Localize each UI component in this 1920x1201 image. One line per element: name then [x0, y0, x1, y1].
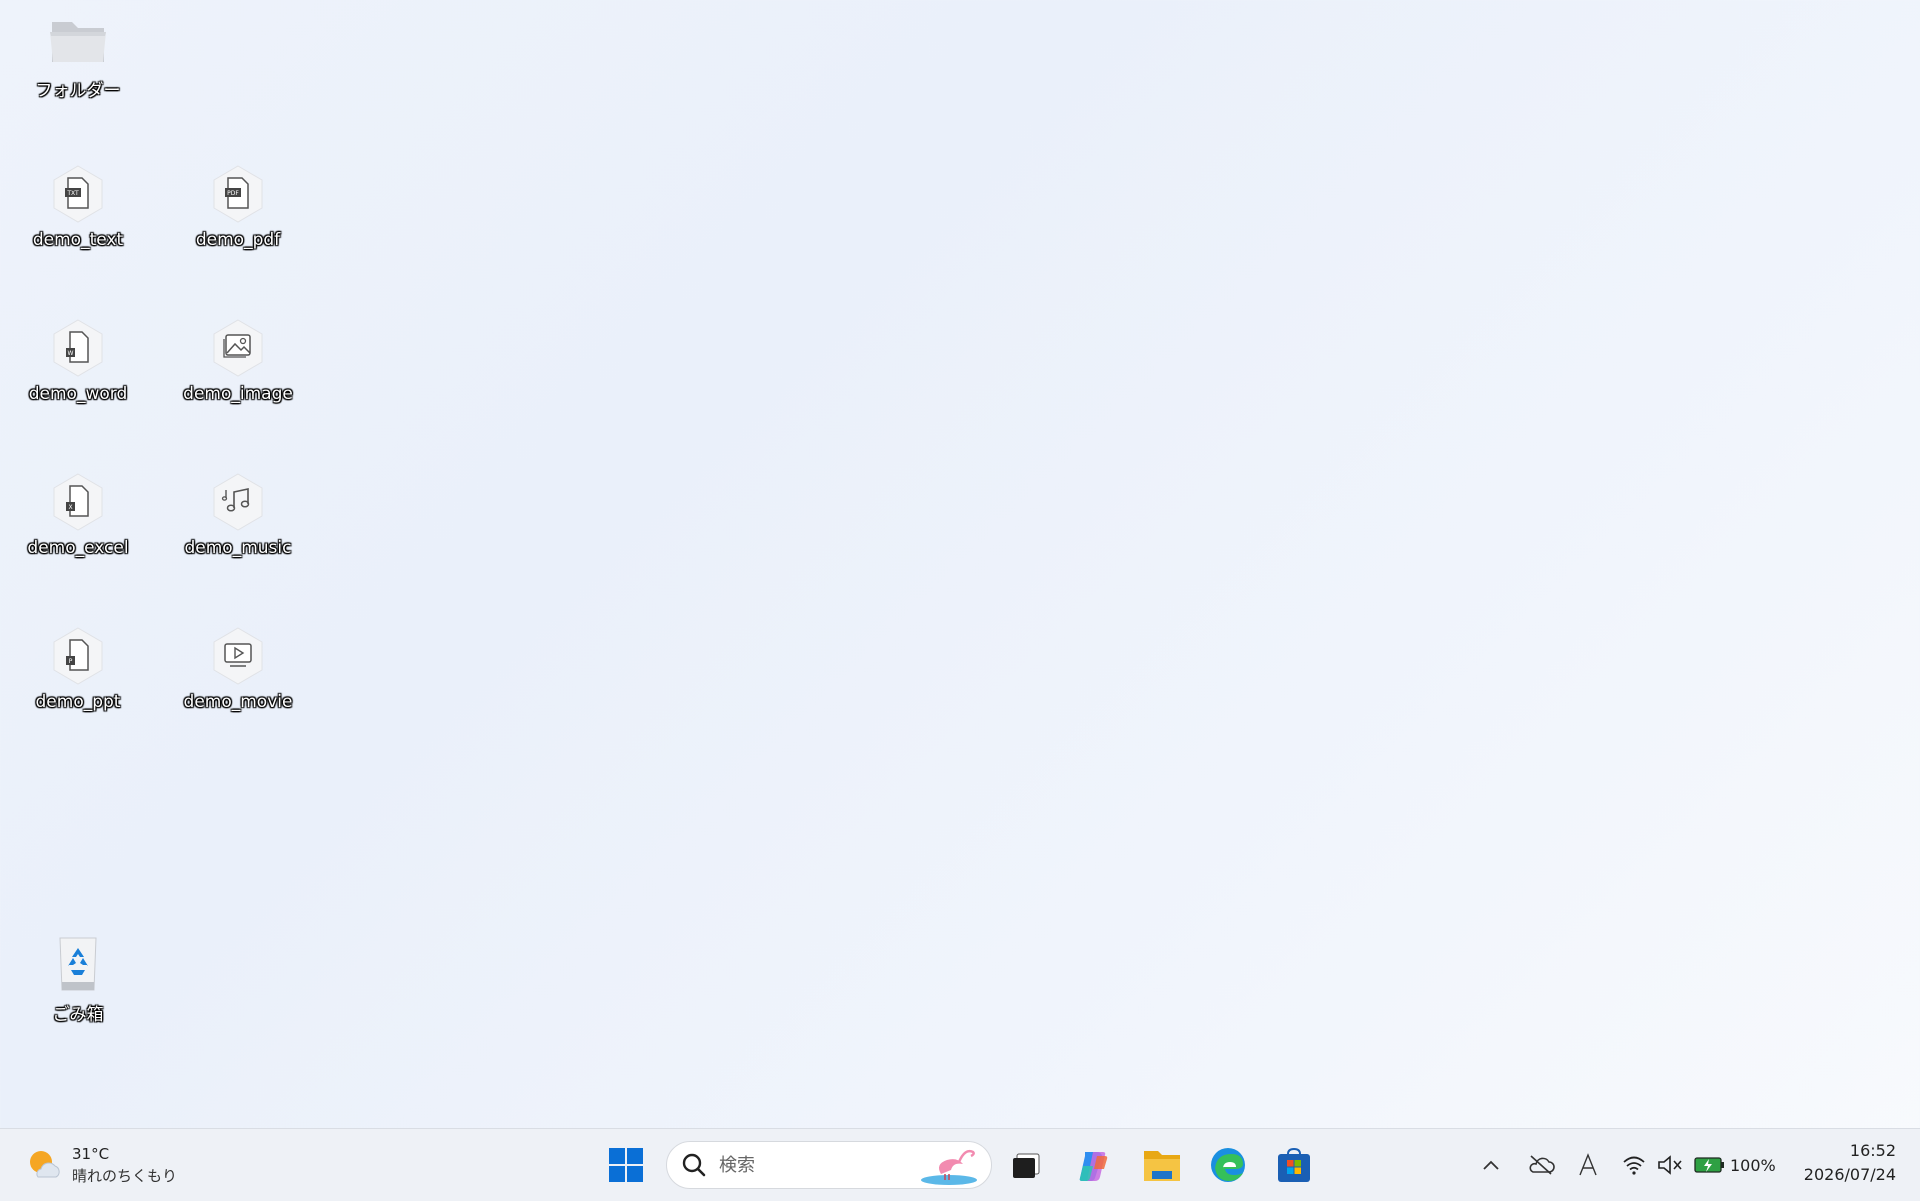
movie-file-icon — [206, 624, 270, 688]
volume-button[interactable] — [1656, 1143, 1684, 1187]
desktop-icon-demo-image[interactable]: demo_image — [168, 316, 308, 404]
desktop-icon-label: demo_ppt — [35, 692, 121, 712]
desktop-icon-label: demo_image — [183, 384, 293, 404]
pdf-file-icon: PDF — [206, 162, 270, 226]
clock-date: 2026/07/24 — [1803, 1165, 1896, 1184]
txt-file-icon: TXT — [46, 162, 110, 226]
svg-text:PDF: PDF — [227, 190, 239, 197]
desktop-icon-label: ごみ箱 — [52, 1005, 104, 1025]
partly-sunny-icon — [26, 1147, 62, 1183]
desktop-icon-label: demo_pdf — [195, 230, 281, 250]
edge-browser-button[interactable] — [1204, 1141, 1252, 1189]
svg-text:X: X — [68, 504, 72, 511]
input-method-button[interactable] — [1574, 1143, 1602, 1187]
word-file-icon: W — [46, 316, 110, 380]
desktop-icon-label: demo_music — [184, 538, 292, 558]
desktop-icon-label: demo_movie — [183, 692, 293, 712]
desktop-icon-demo-pdf[interactable]: PDF demo_pdf — [168, 162, 308, 250]
desktop-icon-label: demo_text — [32, 230, 124, 250]
svg-text:TXT: TXT — [66, 190, 79, 197]
desktop-icon-label: demo_excel — [27, 538, 129, 558]
onedrive-button[interactable] — [1524, 1143, 1558, 1187]
desktop-icon-label: demo_word — [28, 384, 128, 404]
ppt-file-icon: P — [46, 624, 110, 688]
chevron-up-icon — [1483, 1160, 1499, 1170]
copilot-icon — [1079, 1152, 1108, 1181]
taskbar: 31°C 晴れのちくもり 検索 100% 16:52 2026/07/24 — [0, 1128, 1920, 1201]
windows-logo-icon — [609, 1148, 643, 1182]
svg-text:P: P — [69, 658, 73, 665]
image-file-icon — [206, 316, 270, 380]
microsoft-store-icon — [1278, 1147, 1310, 1182]
search-icon — [682, 1153, 706, 1177]
file-explorer-button[interactable] — [1138, 1141, 1186, 1189]
show-hidden-icons-button[interactable] — [1476, 1143, 1506, 1187]
microsoft-store-button[interactable] — [1270, 1141, 1318, 1189]
edge-icon — [1211, 1148, 1245, 1182]
desktop-icon-label: フォルダー — [35, 81, 121, 101]
desktop-icon-demo-movie[interactable]: demo_movie — [168, 624, 308, 712]
weather-widget[interactable]: 31°C 晴れのちくもり — [26, 1143, 177, 1187]
clock[interactable]: 16:52 2026/07/24 — [1804, 1139, 1896, 1187]
ime-a-icon — [1579, 1153, 1597, 1176]
copilot-button[interactable] — [1070, 1141, 1118, 1189]
task-view-button[interactable] — [1002, 1141, 1050, 1189]
task-view-icon — [1013, 1153, 1040, 1178]
volume-muted-icon — [1658, 1155, 1682, 1175]
weather-condition: 晴れのちくもり — [72, 1167, 178, 1185]
battery-percent: 100% — [1730, 1155, 1776, 1175]
desktop-icon-recycle-bin[interactable]: ごみ箱 — [8, 932, 148, 1025]
wifi-icon — [1623, 1156, 1645, 1175]
recycle-bin-icon — [46, 932, 110, 996]
weather-temperature: 31°C — [72, 1145, 110, 1163]
file-explorer-icon — [1144, 1151, 1180, 1181]
battery-charging-icon — [1694, 1157, 1724, 1173]
desktop: フォルダー TXT demo_text PDF demo_pdf W demo_… — [0, 0, 1920, 1128]
desktop-icon-folder[interactable]: フォルダー — [8, 8, 148, 101]
desktop-icon-demo-music[interactable]: demo_music — [168, 470, 308, 558]
search-input[interactable] — [717, 1153, 901, 1177]
onedrive-offline-icon — [1529, 1155, 1555, 1175]
folder-icon — [46, 8, 110, 72]
excel-file-icon: X — [46, 470, 110, 534]
desktop-icon-demo-excel[interactable]: X demo_excel — [8, 470, 148, 558]
wifi-button[interactable] — [1620, 1143, 1648, 1187]
battery-button[interactable]: 100% — [1694, 1143, 1778, 1187]
clock-time: 16:52 — [1849, 1141, 1896, 1160]
desktop-icon-demo-text[interactable]: TXT demo_text — [8, 162, 148, 250]
desktop-icon-demo-word[interactable]: W demo_word — [8, 316, 148, 404]
flamingo-search-highlight-icon — [921, 1149, 977, 1185]
start-button[interactable] — [602, 1141, 650, 1189]
music-file-icon — [206, 470, 270, 534]
desktop-icon-demo-ppt[interactable]: P demo_ppt — [8, 624, 148, 712]
svg-text:W: W — [68, 350, 74, 357]
taskbar-search-box[interactable] — [666, 1141, 992, 1189]
